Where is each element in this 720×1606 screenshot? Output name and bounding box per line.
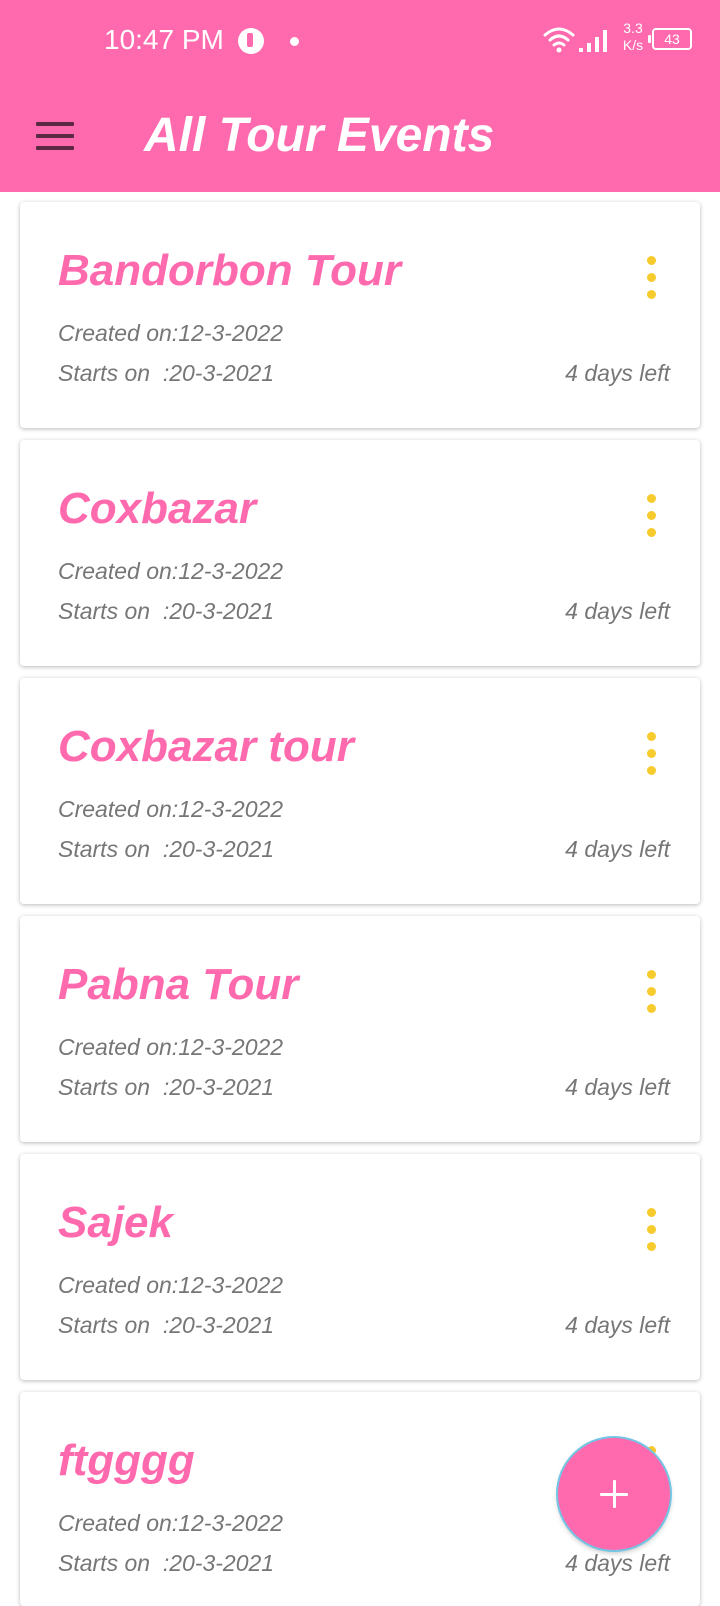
- created-on: Created on:12-3-2022: [58, 1034, 283, 1061]
- add-event-button[interactable]: [558, 1438, 670, 1550]
- status-time: 10:47 PM: [104, 24, 224, 55]
- event-title: Bandorbon Tour: [58, 246, 401, 295]
- created-label: Created on:: [58, 1034, 179, 1060]
- starts-date: 20-3-2021: [169, 1312, 275, 1338]
- more-options-icon[interactable]: [632, 490, 672, 542]
- days-left: 4 days left: [565, 836, 670, 862]
- cell-signal-icon: [579, 30, 607, 52]
- created-on: Created on:12-3-2022: [58, 1510, 283, 1537]
- starts-on: Starts on :20-3-2021: [58, 1312, 274, 1339]
- created-date: 12-3-2022: [178, 796, 284, 822]
- starts-label: Starts on :: [58, 836, 170, 862]
- created-date: 12-3-2022: [178, 1510, 284, 1536]
- battery-level: 43: [664, 31, 680, 47]
- starts-on: Starts on :20-3-2021: [58, 360, 274, 387]
- starts-on: Starts on :20-3-2021: [58, 836, 274, 863]
- app-bar: 10:47 PM 3.3 K/s 43 All Tour Events: [0, 0, 720, 192]
- event-card[interactable]: Pabna Tour Created on:12-3-2022 Starts o…: [20, 916, 700, 1142]
- more-options-icon[interactable]: [632, 1204, 672, 1256]
- created-on: Created on:12-3-2022: [58, 558, 283, 585]
- more-options-icon[interactable]: [632, 252, 672, 304]
- network-speed-unit: K/s: [622, 37, 644, 53]
- event-card[interactable]: Coxbazar tour Created on:12-3-2022 Start…: [20, 678, 700, 904]
- starts-date: 20-3-2021: [169, 1550, 275, 1576]
- created-label: Created on:: [58, 1510, 179, 1536]
- event-card[interactable]: Bandorbon Tour Created on:12-3-2022 Star…: [20, 202, 700, 428]
- app-notification-icon: [238, 28, 264, 54]
- starts-label: Starts on :: [58, 598, 170, 624]
- starts-on: Starts on :20-3-2021: [58, 598, 274, 625]
- created-label: Created on:: [58, 796, 179, 822]
- event-title: Pabna Tour: [58, 960, 299, 1009]
- days-left: 4 days left: [565, 1312, 670, 1338]
- created-date: 12-3-2022: [178, 1034, 284, 1060]
- wifi-icon: [543, 27, 575, 53]
- event-title: Coxbazar: [58, 484, 257, 533]
- days-left: 4 days left: [565, 1550, 670, 1576]
- hamburger-menu-icon[interactable]: [28, 112, 84, 160]
- starts-label: Starts on :: [58, 1312, 170, 1338]
- created-on: Created on:12-3-2022: [58, 1272, 283, 1299]
- days-left: 4 days left: [565, 360, 670, 386]
- network-speed: 3.3 K/s: [618, 20, 648, 54]
- event-title: Sajek: [58, 1198, 173, 1247]
- starts-on: Starts on :20-3-2021: [58, 1074, 274, 1101]
- event-title: Coxbazar tour: [58, 722, 354, 771]
- created-label: Created on:: [58, 1272, 179, 1298]
- created-on: Created on:12-3-2022: [58, 320, 283, 347]
- starts-label: Starts on :: [58, 1074, 170, 1100]
- starts-date: 20-3-2021: [169, 598, 275, 624]
- starts-label: Starts on :: [58, 360, 170, 386]
- created-date: 12-3-2022: [178, 1272, 284, 1298]
- more-options-icon[interactable]: [632, 728, 672, 780]
- event-card[interactable]: Coxbazar Created on:12-3-2022 Starts on …: [20, 440, 700, 666]
- page-title: All Tour Events: [144, 109, 495, 162]
- created-on: Created on:12-3-2022: [58, 796, 283, 823]
- event-card[interactable]: Sajek Created on:12-3-2022 Starts on :20…: [20, 1154, 700, 1380]
- created-label: Created on:: [58, 558, 179, 584]
- starts-date: 20-3-2021: [169, 1074, 275, 1100]
- battery-icon: 43: [648, 28, 692, 50]
- more-options-icon[interactable]: [632, 966, 672, 1018]
- starts-date: 20-3-2021: [169, 360, 275, 386]
- network-speed-value: 3.3: [623, 20, 643, 36]
- starts-date: 20-3-2021: [169, 836, 275, 862]
- starts-label: Starts on :: [58, 1550, 170, 1576]
- created-label: Created on:: [58, 320, 179, 346]
- created-date: 12-3-2022: [178, 558, 284, 584]
- days-left: 4 days left: [565, 1074, 670, 1100]
- created-date: 12-3-2022: [178, 320, 284, 346]
- event-title: ftgggg: [58, 1436, 195, 1485]
- starts-on: Starts on :20-3-2021: [58, 1550, 274, 1577]
- days-left: 4 days left: [565, 598, 670, 624]
- dot-icon: [290, 37, 299, 46]
